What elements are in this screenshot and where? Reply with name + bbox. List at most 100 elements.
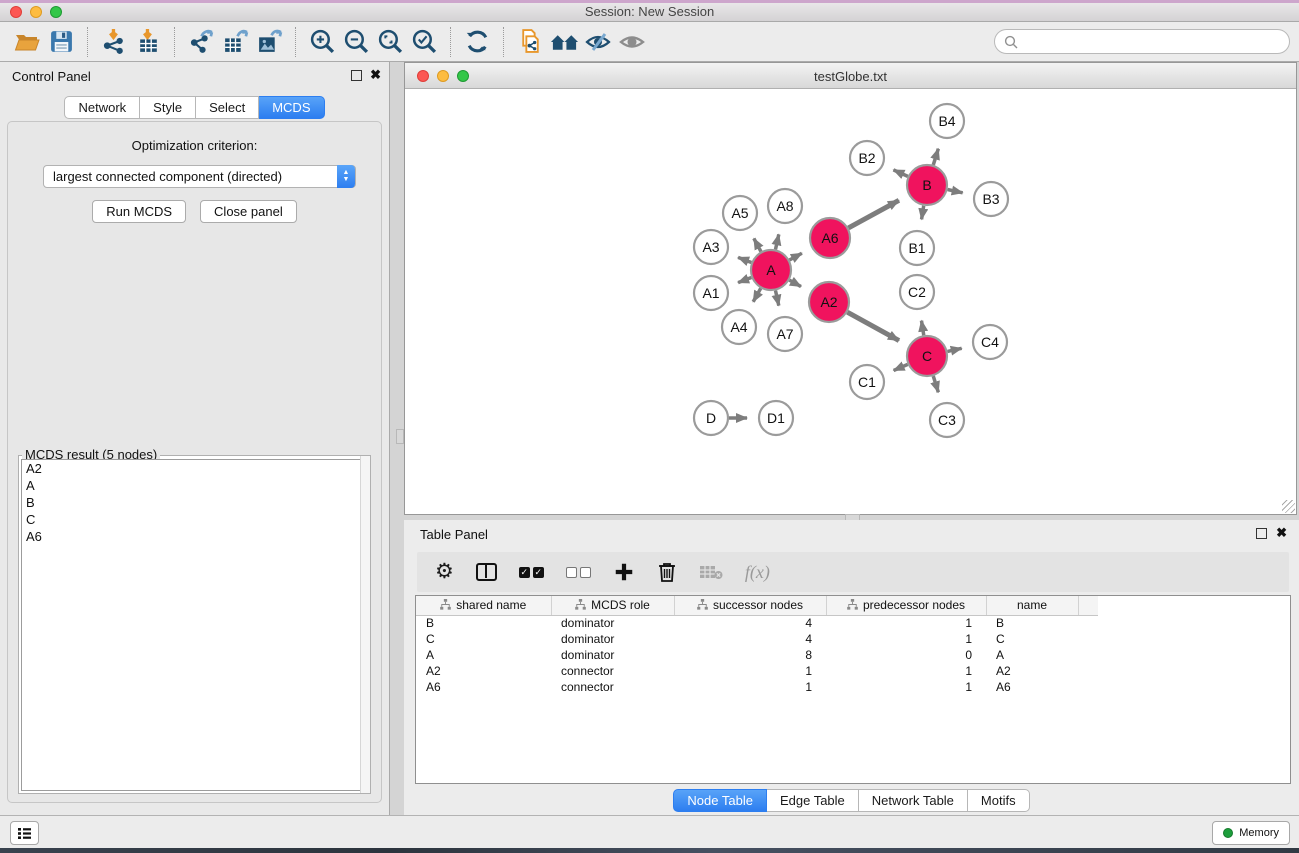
left-scroll-handle[interactable] bbox=[396, 429, 404, 444]
open-session-button[interactable] bbox=[10, 25, 44, 59]
table-cell[interactable]: dominator bbox=[551, 647, 674, 663]
graph-node-C2[interactable]: C2 bbox=[900, 275, 934, 309]
duplicate-network-button[interactable] bbox=[513, 25, 547, 59]
graph-edge-B-B3[interactable] bbox=[948, 189, 963, 192]
table-cell[interactable]: connector bbox=[551, 679, 674, 695]
table-row[interactable]: A2connector11A2 bbox=[416, 663, 1098, 679]
tab-motifs[interactable]: Motifs bbox=[968, 789, 1030, 812]
add-column-button[interactable] bbox=[613, 561, 635, 583]
graph-node-D1[interactable]: D1 bbox=[759, 401, 793, 435]
float-panel-button[interactable] bbox=[351, 70, 362, 81]
graph-edge-A-A6[interactable] bbox=[789, 253, 801, 260]
graph-node-B2[interactable]: B2 bbox=[850, 141, 884, 175]
zoom-selected-button[interactable] bbox=[407, 25, 441, 59]
result-item[interactable]: A6 bbox=[22, 528, 367, 545]
table-cell[interactable]: A bbox=[986, 647, 1078, 663]
network-view-window[interactable]: testGlobe.txt AA1A2A3A4A5A6A7A8BB1B2B3B4… bbox=[404, 62, 1297, 515]
tab-network-table[interactable]: Network Table bbox=[859, 789, 968, 812]
zoom-fit-button[interactable] bbox=[373, 25, 407, 59]
result-item[interactable]: A2 bbox=[22, 460, 367, 477]
mcds-result-list[interactable]: A2ABCA6 bbox=[21, 459, 368, 791]
table-cell[interactable]: A bbox=[416, 647, 551, 663]
import-network-button[interactable] bbox=[97, 25, 131, 59]
table-row[interactable]: Cdominator41C bbox=[416, 631, 1098, 647]
graph-edge-A-A2[interactable] bbox=[789, 280, 801, 286]
graph-node-A8[interactable]: A8 bbox=[768, 189, 802, 223]
hide-visual-properties-button[interactable] bbox=[581, 25, 615, 59]
table-cell[interactable]: B bbox=[416, 615, 551, 631]
graph-edge-A-A7[interactable] bbox=[775, 291, 778, 306]
node-table[interactable]: shared nameMCDS rolesuccessor nodesprede… bbox=[415, 595, 1291, 784]
refresh-view-button[interactable] bbox=[460, 25, 494, 59]
table-cell[interactable]: 0 bbox=[826, 647, 986, 663]
graph-edge-B-B2[interactable] bbox=[893, 170, 907, 176]
graph-node-A[interactable]: A bbox=[751, 250, 791, 290]
table-cell[interactable]: A2 bbox=[986, 663, 1078, 679]
table-cell[interactable]: 4 bbox=[674, 615, 826, 631]
table-cell[interactable]: 1 bbox=[826, 679, 986, 695]
table-row[interactable]: A6connector11A6 bbox=[416, 679, 1098, 695]
table-cell[interactable]: 1 bbox=[826, 663, 986, 679]
table-row[interactable]: Bdominator41B bbox=[416, 615, 1098, 631]
column-header[interactable]: MCDS role bbox=[551, 596, 674, 615]
resize-handle[interactable] bbox=[1282, 500, 1295, 513]
graph-edge-A-A3[interactable] bbox=[738, 257, 751, 262]
table-cell[interactable]: 1 bbox=[826, 631, 986, 647]
graph-edge-A-A5[interactable] bbox=[754, 238, 761, 251]
graph-edge-C-C2[interactable] bbox=[921, 321, 923, 336]
network-window-titlebar[interactable]: testGlobe.txt bbox=[405, 63, 1296, 89]
graph-node-C4[interactable]: C4 bbox=[973, 325, 1007, 359]
close-table-panel-button[interactable]: ✖ bbox=[1276, 526, 1287, 540]
delete-table-button[interactable] bbox=[699, 564, 723, 580]
close-panel-button-mcds[interactable]: Close panel bbox=[200, 200, 297, 223]
graph-edge-A-A1[interactable] bbox=[738, 278, 751, 283]
table-cell[interactable]: 8 bbox=[674, 647, 826, 663]
tab-edge-table[interactable]: Edge Table bbox=[767, 789, 859, 812]
deselect-all-columns-button[interactable] bbox=[566, 567, 591, 578]
graph-node-B4[interactable]: B4 bbox=[930, 104, 964, 138]
task-history-button[interactable] bbox=[10, 821, 39, 845]
graph-node-A7[interactable]: A7 bbox=[768, 317, 802, 351]
column-header[interactable]: name bbox=[986, 596, 1078, 615]
graph-node-A4[interactable]: A4 bbox=[722, 310, 756, 344]
table-settings-button[interactable]: ⚙ bbox=[435, 562, 454, 582]
zoom-in-button[interactable] bbox=[305, 25, 339, 59]
close-panel-button[interactable]: ✖ bbox=[370, 68, 381, 82]
export-image-button[interactable] bbox=[252, 25, 286, 59]
table-cell[interactable]: A6 bbox=[416, 679, 551, 695]
save-session-button[interactable] bbox=[44, 25, 78, 59]
network-canvas[interactable]: AA1A2A3A4A5A6A7A8BB1B2B3B4CC1C2C3C4DD1 bbox=[405, 89, 1296, 514]
result-scrollbar[interactable] bbox=[360, 456, 370, 793]
table-cell[interactable]: A2 bbox=[416, 663, 551, 679]
tab-mcds[interactable]: MCDS bbox=[259, 96, 324, 119]
result-item[interactable]: C bbox=[22, 511, 367, 528]
tab-node-table[interactable]: Node Table bbox=[673, 789, 767, 812]
graph-edge-A-A4[interactable] bbox=[753, 288, 761, 301]
graph-edge-A2-C[interactable] bbox=[847, 312, 899, 340]
graph-node-A5[interactable]: A5 bbox=[723, 196, 757, 230]
table-cell[interactable]: connector bbox=[551, 663, 674, 679]
graph-node-A2[interactable]: A2 bbox=[809, 282, 849, 322]
search-field[interactable] bbox=[994, 29, 1290, 54]
graph-edge-A-A8[interactable] bbox=[775, 234, 778, 249]
table-row[interactable]: Adominator80A bbox=[416, 647, 1098, 663]
graph-node-C3[interactable]: C3 bbox=[930, 403, 964, 437]
table-cell[interactable]: 1 bbox=[674, 663, 826, 679]
result-item[interactable]: A bbox=[22, 477, 367, 494]
column-header[interactable]: successor nodes bbox=[674, 596, 826, 615]
split-panel-button[interactable] bbox=[476, 563, 497, 581]
export-table-button[interactable] bbox=[218, 25, 252, 59]
table-cell[interactable]: C bbox=[986, 631, 1078, 647]
graph-node-C[interactable]: C bbox=[907, 336, 947, 376]
table-cell[interactable]: dominator bbox=[551, 615, 674, 631]
graph-node-B[interactable]: B bbox=[907, 165, 947, 205]
memory-button[interactable]: Memory bbox=[1212, 821, 1290, 845]
table-cell[interactable]: B bbox=[986, 615, 1078, 631]
tab-network[interactable]: Network bbox=[64, 96, 140, 119]
result-item[interactable]: B bbox=[22, 494, 367, 511]
graph-node-B1[interactable]: B1 bbox=[900, 231, 934, 265]
graph-node-B3[interactable]: B3 bbox=[974, 182, 1008, 216]
graph-node-D[interactable]: D bbox=[694, 401, 728, 435]
show-visual-properties-button[interactable] bbox=[615, 25, 649, 59]
table-cell[interactable]: 1 bbox=[826, 615, 986, 631]
